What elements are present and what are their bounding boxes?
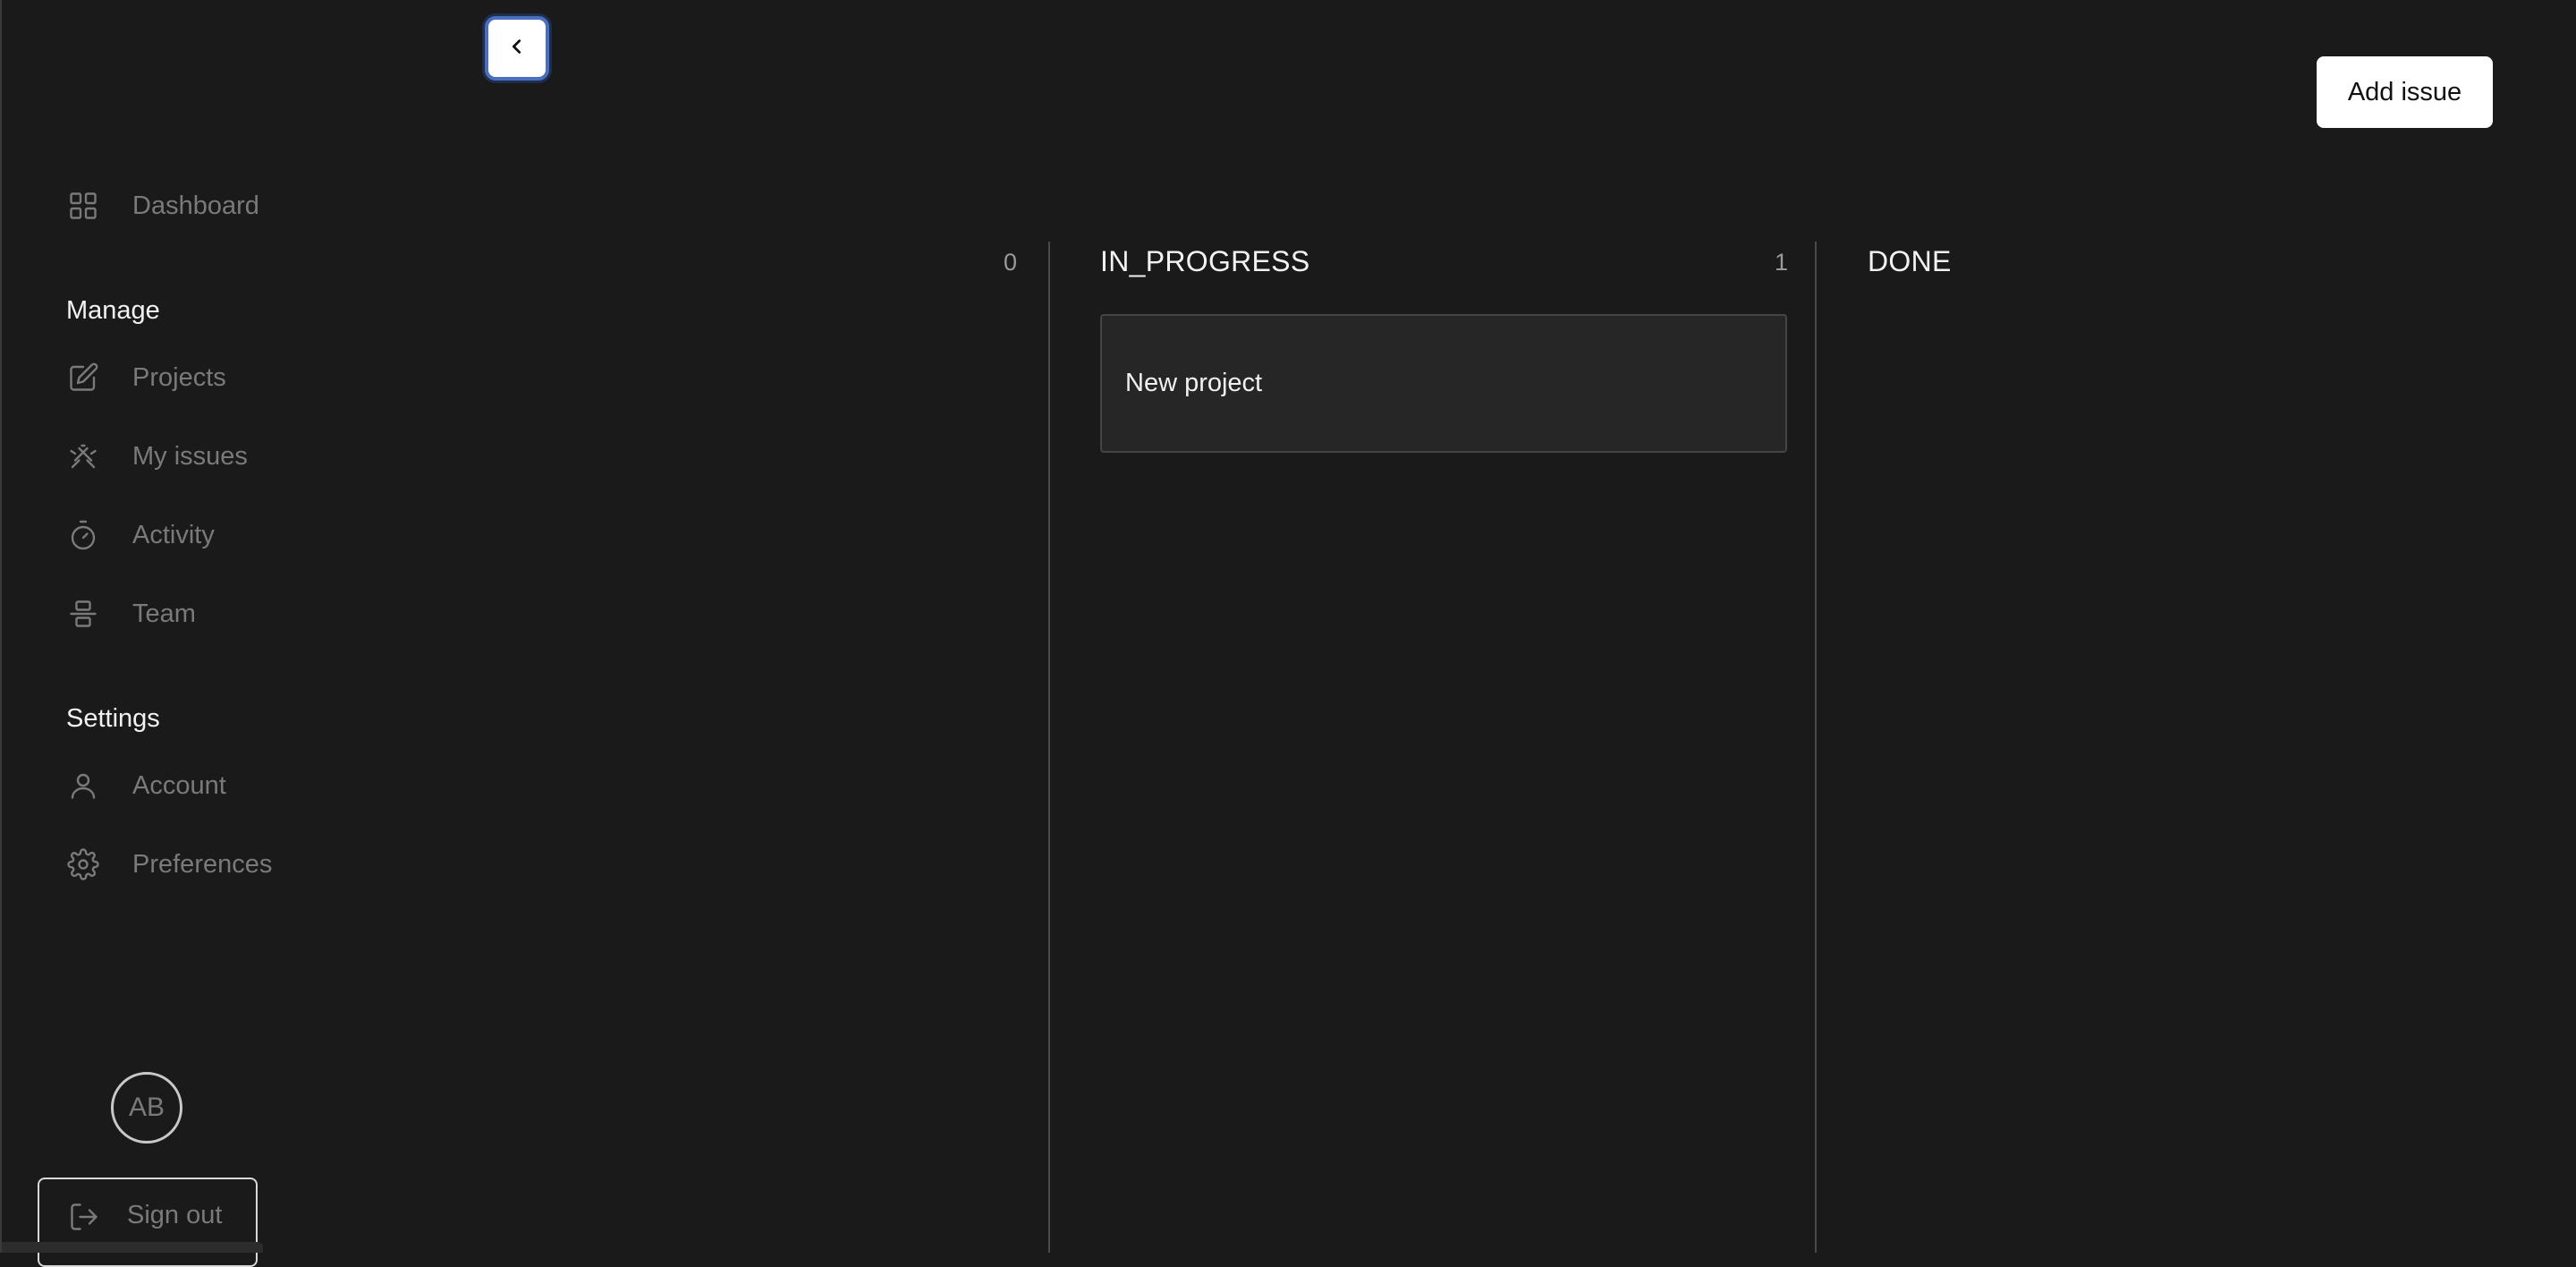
column-divider [1815,242,1817,1253]
user-icon [66,769,100,803]
issue-card-title: New project [1125,369,1263,397]
edit-icon [66,361,100,395]
column-title-done: DONE [1868,245,1952,277]
gear-icon [66,847,100,881]
sidebar-item-my-issues[interactable]: My issues [66,429,248,483]
sidebar-item-label: Team [132,599,196,628]
app-window: Dashboard Manage Projects My issues Acti… [0,0,2576,1267]
sidebar-item-dashboard[interactable]: Dashboard [66,179,259,233]
settings-section-title: Settings [66,704,160,733]
issue-card[interactable]: New project [1100,314,1787,453]
column-count: 1 [1775,249,1789,276]
sign-out-button[interactable]: Sign out [38,1178,258,1267]
sidebar-item-team[interactable]: Team [66,587,196,641]
team-icon [66,597,100,631]
timer-icon [66,518,100,552]
bug-icon [66,439,100,473]
sidebar-item-label: Activity [132,520,215,549]
chevron-left-icon [507,37,527,61]
sign-out-icon [68,1201,100,1237]
manage-section-title: Manage [66,296,160,325]
sidebar-item-activity[interactable]: Activity [66,508,215,562]
column-divider [1048,242,1050,1253]
column-count: 0 [1004,249,1018,276]
grid-icon [66,189,100,223]
sidebar-item-label: Dashboard [132,191,259,220]
sidebar-item-preferences[interactable]: Preferences [66,838,272,891]
avatar[interactable]: AB [111,1072,182,1144]
sidebar-item-label: My issues [132,441,248,471]
sidebar-item-label: Preferences [132,849,273,879]
sidebar-item-label: Account [132,770,226,800]
add-issue-button[interactable]: Add issue [2317,56,2493,128]
status-bar [2,1242,263,1253]
sidebar-item-account[interactable]: Account [66,759,226,812]
collapse-sidebar-button[interactable] [485,16,549,81]
column-title-in-progress: IN_PROGRESS [1100,245,1310,277]
sidebar-item-projects[interactable]: Projects [66,351,226,404]
sign-out-label: Sign out [127,1201,223,1229]
sidebar-item-label: Projects [132,362,226,392]
